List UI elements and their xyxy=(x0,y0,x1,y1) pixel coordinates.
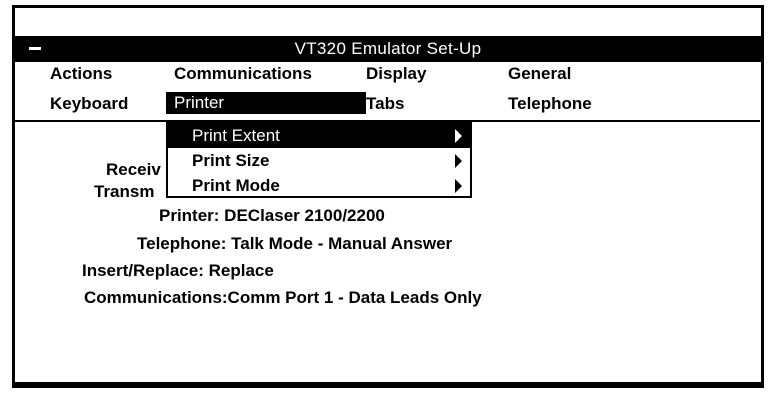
frame-bottom-edge xyxy=(12,384,764,388)
submenu-arrow-icon xyxy=(455,129,462,143)
status-receive: Receiv xyxy=(106,160,161,179)
menu-tabs[interactable]: Tabs xyxy=(366,94,404,114)
dropdown-item-print-extent[interactable]: Print Extent xyxy=(168,124,470,148)
status-communications: Communications:Comm Port 1 - Data Leads … xyxy=(84,288,482,307)
status-transmit: Transm xyxy=(94,182,155,201)
dropdown-item-label: Print Size xyxy=(192,151,270,170)
dropdown-item-label: Print Mode xyxy=(192,176,280,195)
title-bar: VT320 Emulator Set-Up xyxy=(14,36,762,62)
dropdown-item-label: Print Extent xyxy=(192,126,280,145)
status-telephone: Telephone: Talk Mode - Manual Answer xyxy=(137,234,453,253)
menu-communications[interactable]: Communications xyxy=(174,64,312,84)
submenu-arrow-icon xyxy=(455,154,462,168)
window-title: VT320 Emulator Set-Up xyxy=(294,39,482,58)
submenu-arrow-icon xyxy=(455,179,462,193)
menu-keyboard[interactable]: Keyboard xyxy=(50,94,128,114)
dropdown-item-print-size[interactable]: Print Size xyxy=(168,149,470,173)
menu-general[interactable]: General xyxy=(508,64,571,84)
menu-printer[interactable]: Printer xyxy=(166,92,366,114)
printer-dropdown-menu: Print Extent Print Size Print Mode xyxy=(166,122,472,198)
menu-telephone[interactable]: Telephone xyxy=(508,94,592,114)
menu-actions[interactable]: Actions xyxy=(50,64,112,84)
dropdown-item-print-mode[interactable]: Print Mode xyxy=(168,174,470,198)
menu-display[interactable]: Display xyxy=(366,64,426,84)
status-insert-replace: Insert/Replace: Replace xyxy=(82,261,274,280)
status-printer: Printer: DEClaser 2100/2200 xyxy=(159,206,385,225)
